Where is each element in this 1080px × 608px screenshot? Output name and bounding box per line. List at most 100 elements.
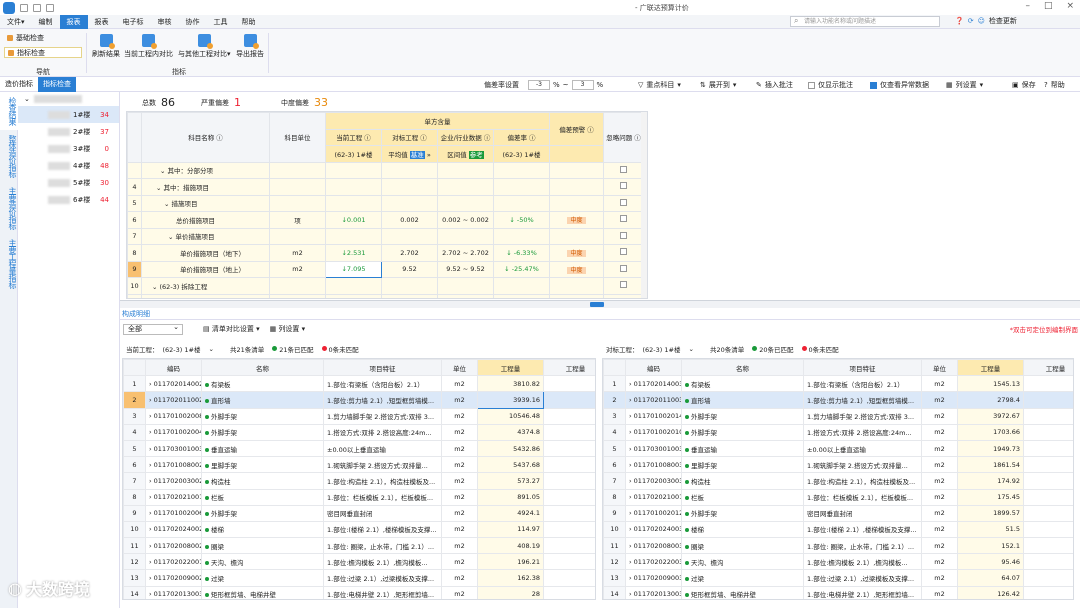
list-item[interactable]: 13 › 011702009003 过梁 1.部位:过梁 2.1）,过梁模板及支撑..… — [603, 569, 1073, 587]
ignore-checkbox[interactable] — [620, 198, 627, 206]
panel-splitter[interactable] — [120, 300, 1080, 308]
filter-select[interactable]: 全部 — [123, 323, 183, 335]
table-row[interactable]: 9 单价措施项目（地上） m2 ↓7.095 9.52 9.52 ~ 9.52 ↓ -25.… — [127, 260, 644, 278]
col-unit[interactable]: 科目单位 — [269, 112, 326, 163]
item-quantity[interactable]: 3972.67 — [957, 407, 1024, 425]
menu-item-0[interactable]: 文件▾ — [0, 15, 32, 29]
basic-check-button[interactable]: 基础检查 — [4, 33, 82, 44]
col-enterprise[interactable]: 企业/行业数据 ⓘ — [437, 128, 494, 146]
list-item[interactable]: 10 › 011702024002 楼梯 1.部位:(楼梯 2.1）,楼梯模板及支撑.… — [123, 520, 595, 539]
col-header-4[interactable]: 工程量 — [957, 359, 1024, 377]
minimize-icon[interactable]: – — [1025, 1, 1030, 11]
save-quick-icon[interactable] — [20, 3, 28, 12]
list-item[interactable]: 14 › 011702013003 矩形框剪墙、电梯井壁 1.部位:电梯井壁 2.1）… — [123, 585, 595, 599]
check-update-button[interactable]: 检查更新 — [989, 16, 1017, 26]
list-item[interactable]: 5 › 011703001003 垂直运输 ±0.00以上垂直运输 m2 1949.73 — [603, 439, 1073, 458]
table-row[interactable]: 6 总价措施项目项 ↓0.001 0.002 0.002 ~ 0.002 ↓ -50% 中度 — [127, 211, 644, 229]
tree-item[interactable]: 5#楼 30 — [18, 174, 119, 191]
table-row[interactable]: 4 ⌄ 其中：措施项目 — [127, 178, 644, 196]
ignore-checkbox[interactable] — [620, 281, 627, 289]
item-quantity[interactable]: 1861.54 — [957, 456, 1024, 474]
expand-caret-icon[interactable]: ⌄ — [152, 283, 160, 291]
table-row[interactable]: 10 ⌄ (62-3) 拆除工程 — [127, 277, 644, 295]
expand-caret-icon[interactable]: ⌄ — [168, 233, 176, 241]
item-quantity[interactable]: 3810.82 — [477, 375, 544, 393]
item-quantity[interactable]: 28 — [477, 585, 544, 599]
col-header-0[interactable]: 编码 — [625, 359, 682, 377]
col-header-3[interactable]: 单位 — [921, 359, 958, 377]
vtab-2[interactable]: 主要造价指标 — [0, 182, 18, 234]
list-item[interactable]: 9 › 011701002012 外脚手架 密目网垂直封闭 m2 1899.57 — [603, 504, 1073, 522]
col-header-2[interactable]: 项目特征 — [323, 359, 442, 377]
ignore-checkbox[interactable] — [620, 165, 627, 173]
item-quantity[interactable]: 4924.1 — [477, 504, 544, 522]
tree-item[interactable]: 6#楼 44 — [18, 191, 119, 208]
list-item[interactable]: 1 › 011702014003 有梁板 1.部位:有梁板（含阳台板）2.1） m2 15… — [603, 375, 1073, 393]
list-item[interactable]: 3 › 011701002014 外脚手架 1.剪力墙脚手架 2.搭设方式:双排 3.… — [603, 407, 1073, 425]
refresh-icon[interactable]: ⟳ — [968, 17, 974, 25]
insert-note-button[interactable]: ✎ 插入批注 — [756, 80, 793, 90]
col-bench[interactable]: 对标工程 ⓘ — [381, 128, 438, 146]
list-item[interactable]: 12 › 011702022003 天沟、檐沟 1.部位:檐沟模板 2.1）,檐沟模板… — [603, 553, 1073, 571]
tree-item[interactable]: 4#楼 48 — [18, 157, 119, 174]
list-item[interactable]: 12 › 011702022001 天沟、檐沟 1.部位:檐沟模板 2.1）,檐沟模板… — [123, 553, 595, 571]
item-quantity[interactable]: 126.42 — [957, 585, 1024, 599]
list-item[interactable]: 13 › 011702009002 过梁 1.部位:过梁 2.1）,过梁模板及支撑..… — [123, 569, 595, 587]
col-current[interactable]: 当前工程 ⓘ — [325, 128, 382, 146]
item-quantity[interactable]: 408.19 — [477, 537, 544, 555]
item-quantity[interactable]: 1545.13 — [957, 375, 1024, 393]
top-table-scrollbar[interactable] — [641, 112, 647, 298]
item-quantity[interactable]: 891.05 — [477, 488, 544, 506]
row-ignore[interactable] — [603, 293, 644, 298]
ignore-checkbox[interactable] — [620, 248, 627, 256]
export-report-button[interactable]: 导出报告 — [236, 34, 264, 59]
vtab-3[interactable]: 主要工程量指标 — [0, 234, 18, 293]
expand-caret-icon[interactable]: ⌄ — [156, 184, 164, 192]
item-quantity[interactable]: 175.45 — [957, 488, 1024, 506]
menu-item-6[interactable]: 协作 — [179, 15, 207, 29]
item-quantity[interactable]: 5432.86 — [477, 439, 544, 458]
list-compare-button[interactable]: ▤ 清单对比设置 ▾ — [203, 324, 260, 334]
table-row[interactable]: ⌄ 其中：分部分项 — [127, 161, 644, 179]
table-row[interactable]: 8 单价措施项目（地下） m2 ↓2.531 2.702 2.702 ~ 2.702 ↓ -… — [127, 244, 644, 262]
row-ignore[interactable] — [603, 227, 644, 245]
maximize-icon[interactable]: □ — [1044, 1, 1053, 11]
list-item[interactable]: 7 › 011702003002 构造柱 1.部位:构造柱 2.1），构造柱模板及..… — [123, 472, 595, 490]
menu-item-8[interactable]: 帮助 — [235, 15, 263, 29]
list-item[interactable]: 14 › 011702013003 矩形框剪墙、电梯井壁 1.部位:电梯井壁 2.1）… — [603, 585, 1073, 599]
table-row[interactable]: 5 ⌄ 措施项目 — [127, 194, 644, 212]
item-quantity[interactable]: 4374.8 — [477, 423, 544, 441]
item-quantity[interactable]: 162.38 — [477, 569, 544, 587]
row-ignore[interactable] — [603, 277, 644, 295]
menu-item-2[interactable]: 报表 — [59, 14, 88, 29]
col-header-0[interactable]: 编码 — [145, 359, 202, 377]
list-item[interactable]: 11 › 011702008002 圈梁 1.部位: 圈梁，止水带，门槛 2.1）..… — [123, 537, 595, 555]
item-quantity[interactable]: 1899.57 — [957, 504, 1024, 522]
list-item[interactable]: 6 › 011701008003 里脚手架 1.砌筑脚手架 2.搭设方式:双排量...… — [603, 456, 1073, 474]
list-item[interactable]: 10 › 011702024003 楼梯 1.部位:(楼梯 2.1）,楼梯模板及支撑.… — [603, 520, 1073, 539]
dev-low-input[interactable]: -3 — [528, 80, 550, 90]
key-items-button[interactable]: ▽ 重点科目 ▾ — [638, 80, 681, 90]
list-item[interactable]: 9 › 011701002006 外脚手架 密目网垂直封闭 m2 4924.1 — [123, 504, 595, 522]
item-quantity[interactable]: 196.21 — [477, 553, 544, 571]
item-quantity[interactable]: 3939.16 — [477, 391, 544, 409]
vtab-1[interactable]: 整体造价指标 — [0, 130, 18, 182]
list-item[interactable]: 2 › 011702011002 直形墙 1.部位:剪力墙 2.1）,短型框剪墙模..… — [123, 391, 595, 409]
row-ignore[interactable] — [603, 260, 644, 278]
tab-1[interactable]: 指标检查 — [38, 76, 76, 92]
item-quantity[interactable]: 2798.4 — [957, 391, 1024, 409]
tree-item[interactable]: 2#楼 37 — [18, 123, 119, 140]
tree-item[interactable]: 1#楼 34 — [18, 106, 119, 123]
list-item[interactable]: 3 › 011701002008 外脚手架 1.剪力墙脚手架 2.搭设方式:双排 3.… — [123, 407, 595, 425]
save-button[interactable]: ▣ 保存 — [1012, 80, 1036, 90]
item-quantity[interactable]: 114.97 — [477, 520, 544, 539]
list-item[interactable]: 4 › 011701002004 外脚手架 1.搭设方式:双排 2.搭设高度:24m.… — [123, 423, 595, 441]
menu-item-3[interactable]: 报表 — [88, 15, 116, 29]
list-item[interactable]: 8 › 011702021001 栏板 1.部位：栏板模板 2.1），栏板模板... m… — [123, 488, 595, 506]
redo-quick-icon[interactable] — [46, 3, 54, 12]
ignore-checkbox[interactable] — [620, 215, 627, 223]
list-item[interactable]: 7 › 011702003003 构造柱 1.部位:构造柱 2.1），构造柱模板及..… — [603, 472, 1073, 490]
expand-caret-icon[interactable]: ⌄ — [160, 167, 168, 175]
search-input[interactable]: 请输入功能名称或问题描述 — [790, 16, 940, 27]
col-settings-button[interactable]: ▦ 列设置 ▾ — [946, 80, 983, 90]
